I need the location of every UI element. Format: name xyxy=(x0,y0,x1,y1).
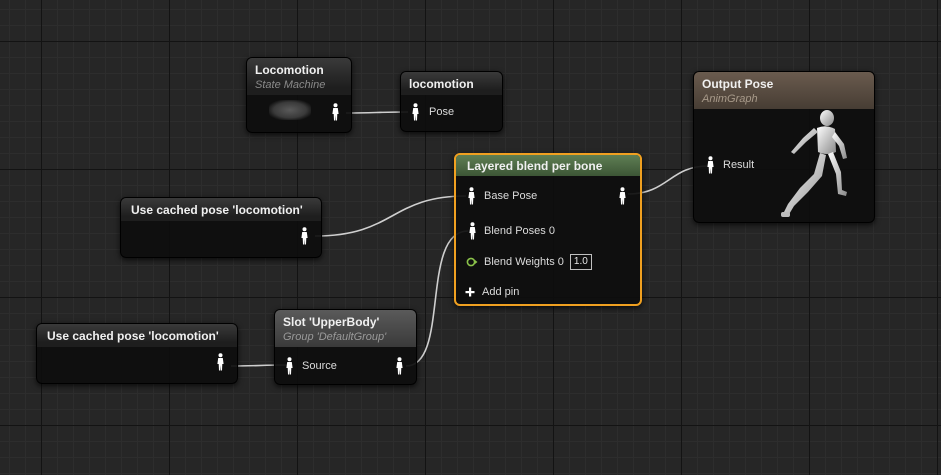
node-header: Locomotion State Machine xyxy=(247,58,351,95)
anim-graph-canvas[interactable]: Locomotion State Machine locomotion Pose… xyxy=(0,0,941,475)
node-header: Layered blend per bone xyxy=(456,155,640,176)
layered-blend-per-bone-node[interactable]: Layered blend per bone Base Pose Blend P… xyxy=(454,153,642,306)
node-header: Use cached pose 'locomotion' xyxy=(37,324,237,347)
node-title: Use cached pose 'locomotion' xyxy=(47,329,219,343)
output-pose-node[interactable]: Output Pose AnimGraph Result xyxy=(693,71,875,223)
pin-label: Result xyxy=(723,159,755,171)
slot-node[interactable]: Slot 'UpperBody' Group 'DefaultGroup' So… xyxy=(274,309,417,385)
result-pin[interactable]: Result xyxy=(706,156,754,174)
pose-output-pin-icon[interactable] xyxy=(216,353,225,371)
node-title: Layered blend per bone xyxy=(467,159,603,173)
node-subtitle: Group 'DefaultGroup' xyxy=(283,331,387,343)
node-header: locomotion xyxy=(401,72,502,95)
save-cached-pose-node[interactable]: locomotion Pose xyxy=(400,71,503,132)
node-header: Output Pose AnimGraph xyxy=(694,72,874,109)
pin-label: Source xyxy=(302,360,337,372)
pose-output-pin-icon[interactable] xyxy=(395,357,404,375)
node-subtitle: State Machine xyxy=(255,79,326,91)
pose-pin-icon xyxy=(706,156,715,174)
state-machine-node[interactable]: Locomotion State Machine xyxy=(246,57,352,133)
pose-pin-icon xyxy=(411,103,420,121)
node-header: Slot 'UpperBody' Group 'DefaultGroup' xyxy=(275,310,416,347)
state-machine-preview xyxy=(269,100,311,120)
blend-weights-pin[interactable]: Blend Weights 0 1.0 xyxy=(466,254,592,270)
base-pose-pin[interactable]: Base Pose xyxy=(467,187,537,205)
pose-output-pin-icon[interactable] xyxy=(618,187,627,205)
pose-pin-icon xyxy=(468,222,477,240)
pose-input-pin[interactable]: Pose xyxy=(411,103,454,121)
wire-cached1-to-base-pose[interactable] xyxy=(314,195,467,237)
use-cached-pose-node[interactable]: Use cached pose 'locomotion' xyxy=(36,323,238,384)
pose-pin-icon[interactable] xyxy=(331,103,340,121)
use-cached-pose-node[interactable]: Use cached pose 'locomotion' xyxy=(120,197,322,258)
pin-label: Blend Weights 0 xyxy=(484,256,564,268)
blend-poses-pin[interactable]: Blend Poses 0 xyxy=(468,222,555,240)
source-pin[interactable]: Source xyxy=(285,357,337,375)
pose-pin-icon xyxy=(285,357,294,375)
pin-label: Pose xyxy=(429,106,455,118)
pin-label: Blend Poses 0 xyxy=(484,225,555,237)
node-title: Use cached pose 'locomotion' xyxy=(131,203,303,217)
node-title: Locomotion xyxy=(255,63,324,77)
wire-locomotion-to-pose[interactable] xyxy=(345,111,409,114)
node-title: locomotion xyxy=(409,77,474,91)
add-pin-label: Add pin xyxy=(482,286,520,298)
node-title: Output Pose xyxy=(702,77,774,91)
node-title: Slot 'UpperBody' xyxy=(283,315,380,329)
node-subtitle: AnimGraph xyxy=(702,93,758,105)
pin-label: Base Pose xyxy=(484,190,538,202)
mannequin-icon xyxy=(780,108,866,220)
plus-icon xyxy=(465,287,475,297)
pose-output-pin-icon[interactable] xyxy=(300,227,309,245)
add-pin-button[interactable]: Add pin xyxy=(465,286,519,298)
pose-pin-icon xyxy=(467,187,476,205)
blend-weight-input[interactable]: 1.0 xyxy=(569,254,592,270)
node-header: Use cached pose 'locomotion' xyxy=(121,198,321,221)
float-pin-icon xyxy=(466,256,478,268)
